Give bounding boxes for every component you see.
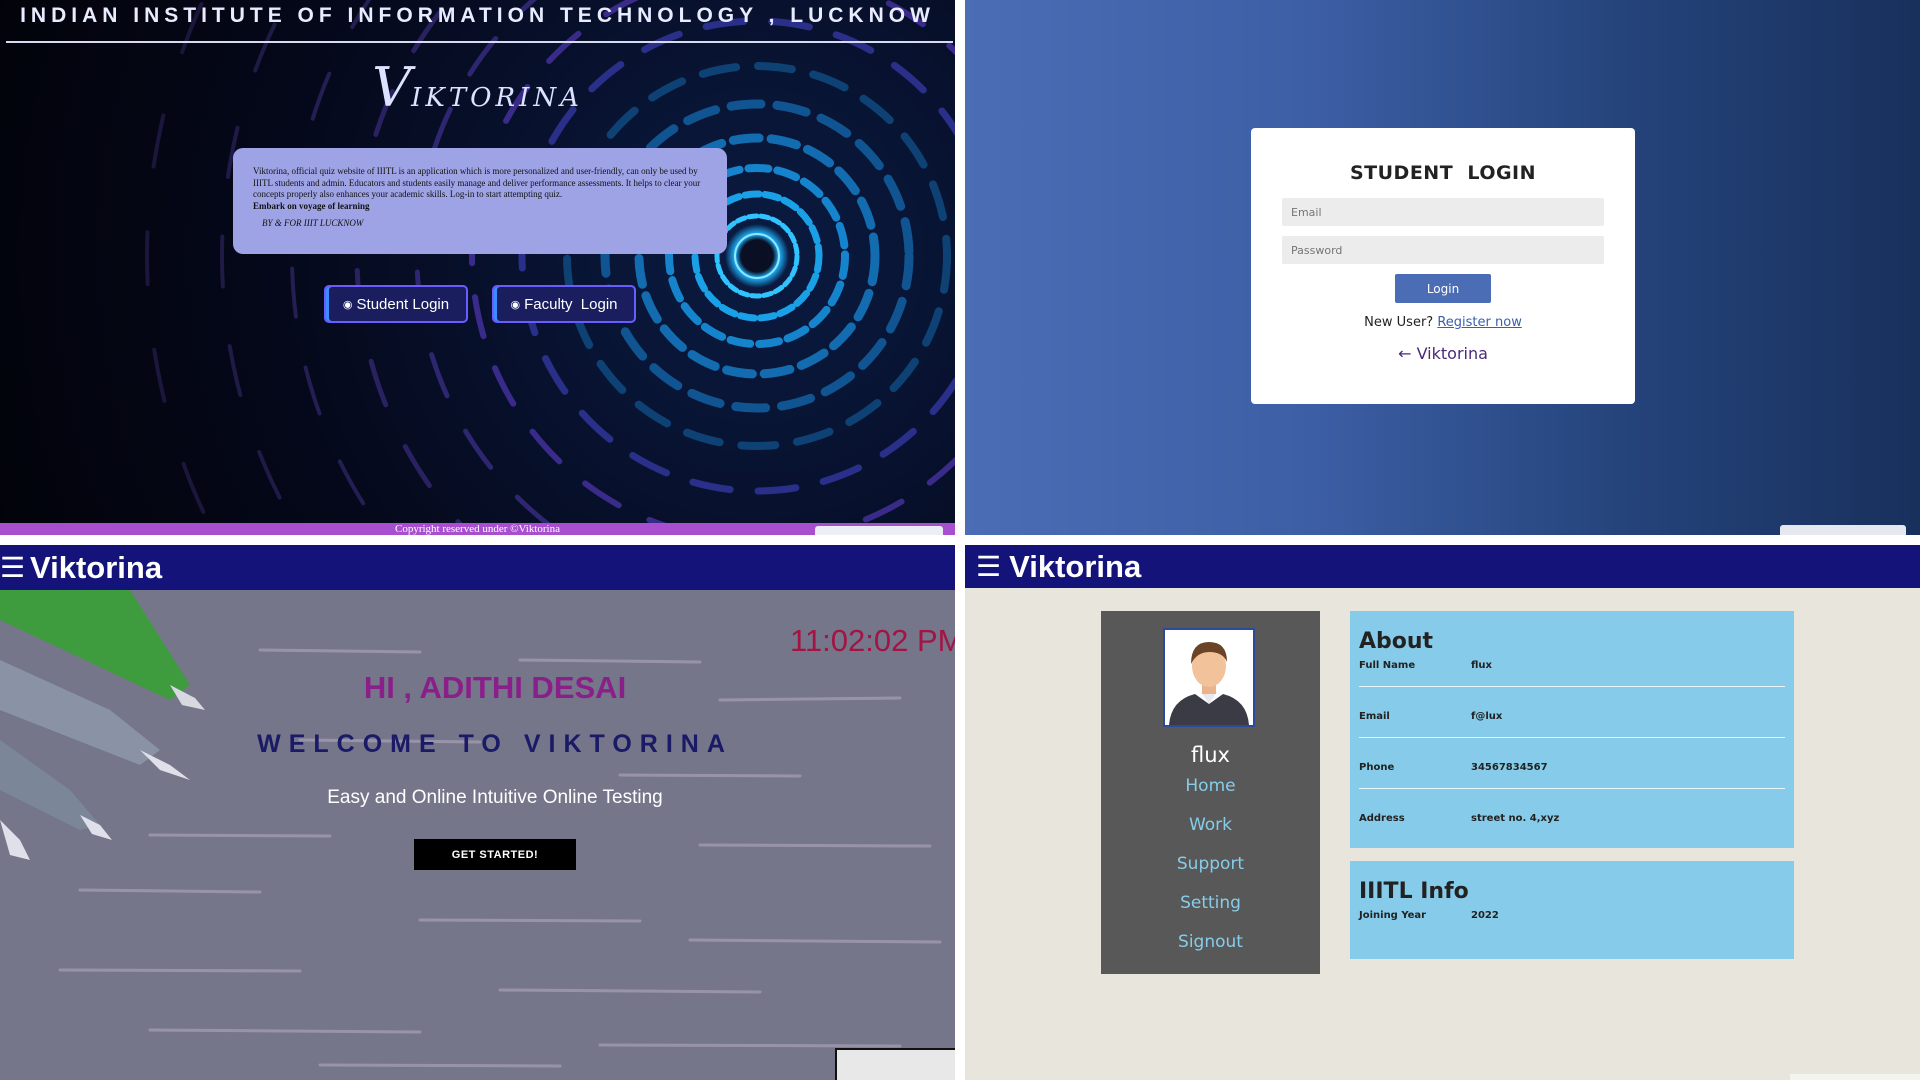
welcome-panel: ☰ Viktorina 11:02:02 PM HI , ADITHI DESA… (0, 545, 955, 1080)
new-user-prompt: New User? Register now (1251, 315, 1635, 330)
student-login-label: Student Login (356, 295, 450, 313)
faculty-login-button[interactable]: ◉ Faculty Login (492, 285, 636, 323)
intro-description: Viktorina, official quiz website of IIIT… (253, 166, 701, 199)
footer-bar: Copyright reserved under ©Viktorina (0, 523, 955, 535)
desk-background-image (0, 590, 955, 1080)
menu-icon[interactable]: ☰ (0, 551, 25, 584)
copyright-text: Copyright reserved under ©Viktorina (394, 523, 561, 535)
student-login-button[interactable]: ◉ Student Login (324, 285, 468, 323)
corner-widget (835, 1048, 955, 1080)
row-value: street no. 4,xyz (1471, 813, 1560, 824)
get-started-button[interactable]: GET STARTED! (414, 839, 576, 870)
email-field[interactable] (1282, 198, 1604, 226)
menu-item-home[interactable]: Home (1101, 775, 1320, 814)
row-value: flux (1471, 660, 1492, 671)
user-circle-icon: ◉ (342, 298, 353, 311)
info-row-joining-year: Joining Year 2022 (1359, 910, 1785, 960)
info-row-full-name: Full Name flux (1359, 660, 1785, 710)
password-field[interactable] (1282, 236, 1604, 264)
profile-sidebar: flux Home Work Support Setting Signout (1101, 611, 1320, 974)
brand-rest: IKTORINA (411, 83, 583, 113)
clock-display: 11:02:02 PM (790, 623, 955, 658)
row-value: 34567834567 (1471, 762, 1548, 773)
brand-logo: VIKTORINA (0, 56, 955, 119)
info-row-address: Address street no. 4,xyz (1359, 813, 1785, 863)
intro-byline: BY & FOR IIIT LUCKNOW (262, 218, 364, 228)
institute-title: INDIAN INSTITUTE OF INFORMATION TECHNOLO… (20, 4, 935, 27)
login-card: STUDENT LOGIN Login New User? Register n… (1251, 128, 1635, 404)
row-label: Phone (1359, 762, 1395, 773)
row-label: Address (1359, 813, 1405, 824)
intro-tagline: Embark on voyage of learning (253, 200, 370, 211)
row-label: Joining Year (1359, 910, 1427, 921)
brand-initial: V (372, 56, 412, 119)
menu-icon[interactable]: ☰ (976, 550, 1001, 583)
row-divider (1359, 686, 1785, 687)
profile-panel: ☰ Viktorina flux Home Work Support Setti… (965, 545, 1920, 1080)
greeting-text: HI , ADITHI DESAI (363, 670, 627, 705)
top-navbar: ☰ Viktorina (0, 545, 955, 590)
login-panel: STUDENT LOGIN Login New User? Register n… (965, 0, 1920, 535)
row-value: 2022 (1471, 910, 1499, 921)
welcome-tagline: Easy and Online Intuitive Online Testing (327, 787, 663, 808)
host-badge[interactable] (1790, 1074, 1920, 1080)
host-badge[interactable] (1780, 525, 1906, 535)
profile-name: flux (1191, 743, 1230, 767)
profile-menu: Home Work Support Setting Signout (1101, 775, 1320, 970)
row-divider (1359, 737, 1785, 738)
login-button[interactable]: Login (1395, 274, 1491, 303)
menu-item-support[interactable]: Support (1101, 853, 1320, 892)
welcome-heading: WELCOME TO VIKTORINA (257, 730, 733, 758)
login-heading: STUDENT LOGIN (1349, 162, 1537, 184)
header-divider (6, 41, 953, 43)
user-avatar-icon (1169, 642, 1249, 725)
about-heading: About (1359, 629, 1434, 654)
top-navbar: ☰ Viktorina (965, 545, 1920, 588)
intro-card: Viktorina, official quiz website of IIIT… (233, 148, 727, 254)
faculty-login-label: Faculty Login (524, 295, 618, 313)
gutter-horizontal (0, 535, 1920, 545)
about-card: About Full Name flux Email f@lux Phone 3… (1350, 611, 1794, 848)
host-badge[interactable] (815, 526, 943, 535)
menu-item-work[interactable]: Work (1101, 814, 1320, 853)
back-to-home-link[interactable]: ← Viktorina (1251, 344, 1635, 363)
row-label: Email (1359, 711, 1390, 722)
info-row-email: Email f@lux (1359, 711, 1785, 761)
nav-title: Viktorina (1009, 548, 1142, 584)
info-row-phone: Phone 34567834567 (1359, 762, 1785, 812)
iiitl-info-heading: IIITL Info (1359, 879, 1469, 904)
iiitl-info-card: IIITL Info Joining Year 2022 (1350, 861, 1794, 959)
avatar (1163, 628, 1255, 727)
register-link[interactable]: Register now (1437, 315, 1521, 330)
row-divider (1359, 788, 1785, 789)
user-circle-icon: ◉ (510, 298, 521, 311)
menu-item-setting[interactable]: Setting (1101, 892, 1320, 931)
menu-item-signout[interactable]: Signout (1101, 931, 1320, 970)
new-user-text: New User? (1364, 315, 1434, 330)
row-label: Full Name (1359, 660, 1416, 671)
row-value: f@lux (1471, 711, 1503, 722)
nav-title: Viktorina (30, 549, 163, 585)
landing-panel: INDIAN INSTITUTE OF INFORMATION TECHNOLO… (0, 0, 955, 535)
